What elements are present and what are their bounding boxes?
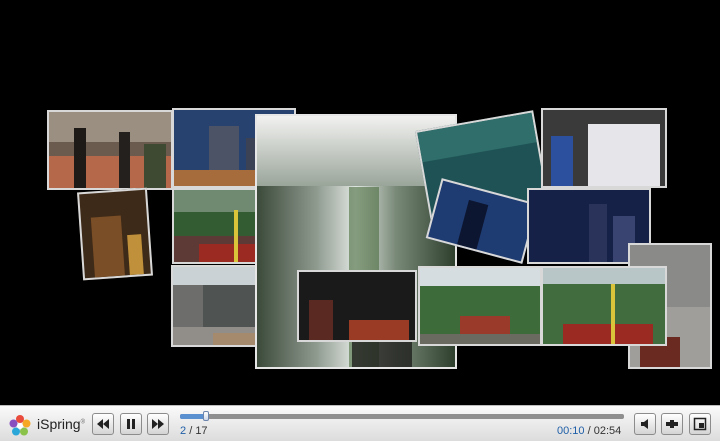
next-slide-button[interactable] (147, 413, 169, 435)
outline-icon (666, 420, 678, 428)
brand-name: iSpring® (37, 416, 86, 432)
total-time: 02:54 (593, 425, 622, 437)
current-slide: 2 (180, 425, 187, 437)
slide-separator: / (189, 425, 193, 437)
progress-fill (180, 414, 206, 419)
progress-handle[interactable] (202, 411, 209, 421)
progress-bar[interactable] (180, 411, 624, 421)
previous-slide-icon (97, 419, 109, 429)
outline-button[interactable] (661, 413, 683, 435)
fullscreen-button[interactable] (689, 413, 711, 435)
total-slides: 17 (195, 425, 208, 437)
photo-statues (47, 110, 173, 190)
previous-slide-button[interactable] (92, 413, 114, 435)
photo-interior (77, 187, 153, 281)
time-display: 00:10 / 02:54 (557, 425, 621, 437)
photo-temple-3 (541, 266, 667, 346)
fullscreen-icon (693, 417, 707, 431)
next-slide-icon (152, 419, 164, 429)
pause-button[interactable] (120, 413, 142, 435)
volume-button[interactable] (634, 413, 656, 435)
player-controls: iSpring® 2 / 17 00:10 / 02:54 (0, 405, 720, 441)
slide-counter: 2 / 17 (180, 425, 208, 437)
photo-monument (541, 108, 667, 188)
slide-stage[interactable] (0, 0, 720, 405)
pause-icon (127, 419, 135, 429)
time-separator: / (587, 425, 591, 437)
speaker-icon (641, 419, 648, 429)
photo-mosaic (297, 270, 417, 342)
ispring-flower-icon (9, 415, 31, 436)
current-time: 00:10 (557, 425, 585, 437)
photo-temple-2 (418, 266, 542, 346)
